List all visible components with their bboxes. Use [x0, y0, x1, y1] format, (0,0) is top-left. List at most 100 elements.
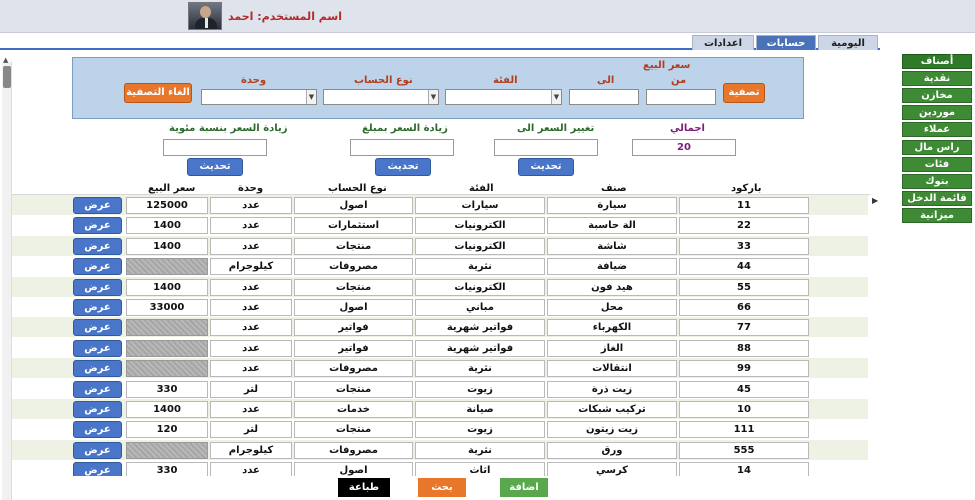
cell-category: نثرية: [415, 258, 545, 276]
cell-price[interactable]: 1400: [126, 278, 208, 296]
cell-price[interactable]: [126, 319, 208, 337]
view-button[interactable]: عرض: [73, 319, 122, 337]
cell-barcode: 88: [679, 339, 809, 357]
table-row[interactable]: 66 محل مباني اصول عدد 33000 عرض: [12, 297, 868, 317]
sidebar-item[interactable]: موردين: [902, 105, 972, 121]
view-button[interactable]: عرض: [73, 258, 122, 276]
cell-price[interactable]: [126, 258, 208, 276]
view-button[interactable]: عرض: [73, 197, 122, 214]
category-select[interactable]: ▼: [445, 89, 562, 105]
sidebar-item[interactable]: أصناف: [902, 54, 972, 69]
cell-item: انتقالات: [547, 360, 677, 378]
update-change-to-button[interactable]: تحديث: [518, 158, 574, 176]
table-row[interactable]: 99 انتقالات نثرية مصروفات عدد عرض: [12, 358, 868, 379]
price-to-input[interactable]: [569, 89, 639, 105]
sidebar-item[interactable]: نقدية: [902, 71, 972, 87]
cell-price[interactable]: 330: [126, 462, 208, 476]
cell-item: ورق: [547, 441, 677, 459]
col-header-category: الفئة: [469, 183, 494, 194]
cell-unit: عدد: [210, 197, 292, 214]
table-row[interactable]: 45 زيت ذرة زيوت منتجات لتر 330 عرض: [12, 379, 868, 399]
view-button[interactable]: عرض: [73, 380, 122, 398]
unit-select[interactable]: ▼: [201, 89, 317, 105]
table-row[interactable]: 55 هيد فون الكترونيات منتجات عدد 1400 عرض: [12, 276, 868, 297]
cell-barcode: 33: [679, 237, 809, 255]
items-table: 11 سيارة سيارات اصول عدد 125000 عرض 22 الة حاسبة…: [12, 194, 868, 476]
view-button[interactable]: عرض: [73, 360, 122, 378]
update-percent-button[interactable]: تحديث: [187, 158, 243, 176]
sidebar-item[interactable]: قائمة الدخل: [902, 190, 972, 206]
view-button[interactable]: عرض: [73, 237, 122, 255]
increase-percent-input[interactable]: [163, 139, 267, 156]
cell-unit: عدد: [210, 217, 292, 235]
change-price-to-input[interactable]: [494, 139, 598, 156]
view-button[interactable]: عرض: [73, 421, 122, 439]
cell-category: زيوت: [415, 380, 545, 398]
table-row[interactable]: 10 تركيب شبكات صيانة خدمات عدد 1400 عرض: [12, 399, 868, 419]
cell-price[interactable]: 330: [126, 380, 208, 398]
print-button[interactable]: طباعة: [338, 478, 390, 497]
table-row[interactable]: 555 ورق نثرية مصروفات كيلوجرام عرض: [12, 439, 868, 460]
scroll-up-icon[interactable]: ▲: [3, 56, 8, 64]
cell-barcode: 45: [679, 380, 809, 398]
cell-item: كرسي: [547, 462, 677, 476]
sidebar-item[interactable]: ميزانية: [902, 207, 972, 223]
cell-account-type: مصروفات: [294, 258, 413, 276]
view-button[interactable]: عرض: [73, 401, 122, 418]
filter-button[interactable]: تصفية: [723, 83, 765, 103]
cell-price[interactable]: 125000: [126, 197, 208, 214]
cell-price[interactable]: 1400: [126, 237, 208, 255]
search-button[interactable]: بحث: [418, 478, 466, 497]
cell-price[interactable]: 1400: [126, 217, 208, 235]
chevron-down-icon: ▼: [551, 90, 561, 104]
cell-price[interactable]: 1400: [126, 401, 208, 418]
cell-price[interactable]: 120: [126, 421, 208, 439]
cell-category: نثرية: [415, 360, 545, 378]
view-button[interactable]: عرض: [73, 441, 122, 459]
cell-barcode: 10: [679, 401, 809, 418]
cell-price[interactable]: [126, 360, 208, 378]
cell-account-type: خدمات: [294, 401, 413, 418]
table-row[interactable]: 77 الكهرباء فواتير شهرية فواتير عدد عرض: [12, 317, 868, 338]
vertical-scrollbar[interactable]: [2, 62, 12, 500]
sidebar-item[interactable]: راس مال: [902, 139, 972, 155]
tab-daily[interactable]: اليومية: [818, 35, 878, 50]
table-row[interactable]: 111 زيت زيتون زيوت منتجات لتر 120 عرض: [12, 419, 868, 439]
cell-barcode: 111: [679, 421, 809, 439]
cell-item: الة حاسبة: [547, 217, 677, 235]
cell-price[interactable]: 33000: [126, 299, 208, 316]
table-row[interactable]: 14 كرسي اثاث اصول عدد 330 عرض: [12, 460, 868, 476]
table-row[interactable]: 11 سيارة سيارات اصول عدد 125000 عرض: [12, 195, 868, 215]
add-button[interactable]: اضافة: [500, 478, 548, 497]
view-button[interactable]: عرض: [73, 462, 122, 476]
cell-account-type: استثمارات: [294, 217, 413, 235]
table-row[interactable]: 33 شاشة الكترونيات منتجات عدد 1400 عرض: [12, 235, 868, 256]
view-button[interactable]: عرض: [73, 339, 122, 357]
tab-settings[interactable]: اعدادات: [692, 35, 754, 50]
sidebar-item[interactable]: مخازن: [902, 88, 972, 104]
scrollbar-thumb[interactable]: [3, 66, 11, 88]
cell-price[interactable]: [126, 339, 208, 357]
update-amount-button[interactable]: تحديث: [375, 158, 431, 176]
sidebar-item[interactable]: فئات: [902, 156, 972, 172]
view-button[interactable]: عرض: [73, 278, 122, 296]
sidebar-item[interactable]: بنوك: [902, 173, 972, 189]
tab-accounts[interactable]: حسابات: [756, 35, 816, 50]
table-row[interactable]: 22 الة حاسبة الكترونيات استثمارات عدد 1400 عرض: [12, 215, 868, 235]
table-row[interactable]: 44 ضيافة نثرية مصروفات كيلوجرام عرض: [12, 256, 868, 276]
cell-category: فواتير شهرية: [415, 339, 545, 357]
cell-price[interactable]: [126, 441, 208, 459]
sidebar-item[interactable]: عملاء: [902, 122, 972, 138]
cell-unit: عدد: [210, 339, 292, 357]
increase-amount-input[interactable]: [350, 139, 454, 156]
view-button[interactable]: عرض: [73, 217, 122, 235]
view-button[interactable]: عرض: [73, 299, 122, 316]
account-type-select[interactable]: ▼: [323, 89, 439, 105]
scroll-right-icon[interactable]: ▶: [872, 196, 878, 205]
cell-unit: عدد: [210, 278, 292, 296]
cancel-filter-button[interactable]: الغاء التصفية: [124, 83, 192, 103]
price-from-input[interactable]: [646, 89, 716, 105]
cell-category: الكترونيات: [415, 237, 545, 255]
cell-item: تركيب شبكات: [547, 401, 677, 418]
table-row[interactable]: 88 الغاز فواتير شهرية فواتير عدد عرض: [12, 338, 868, 358]
